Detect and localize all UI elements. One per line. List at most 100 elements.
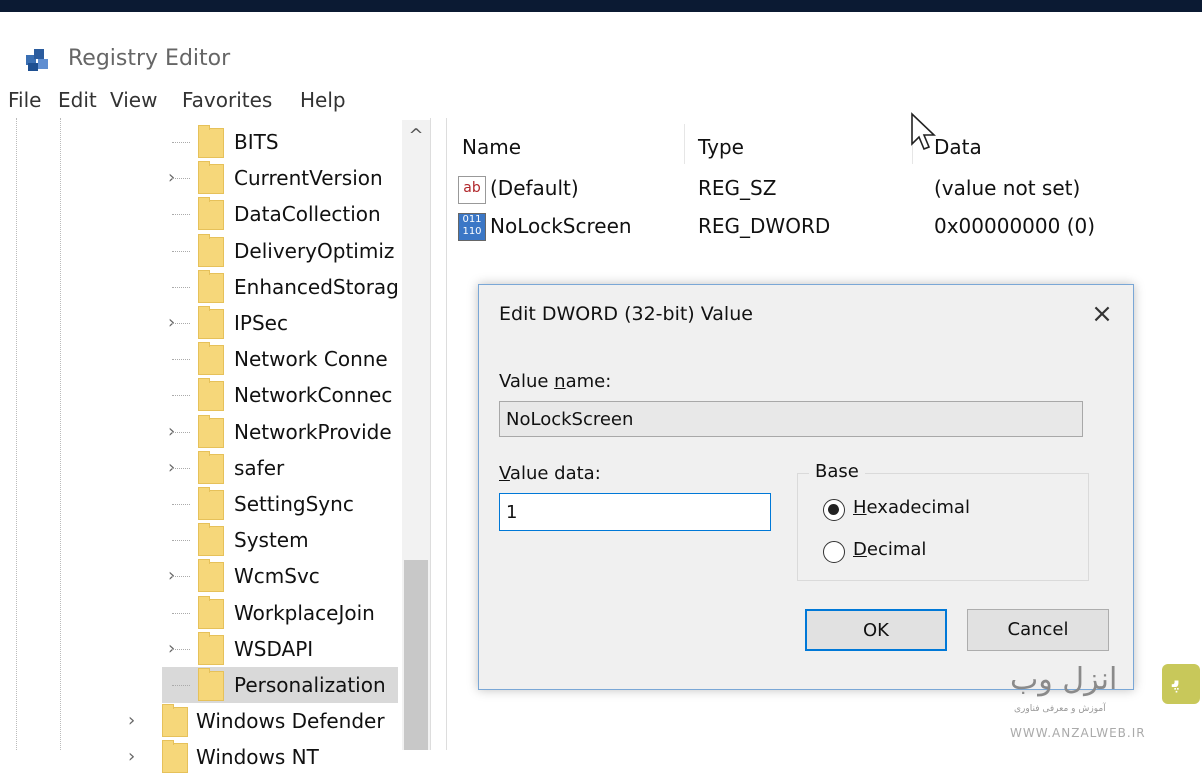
tree-guide-line <box>60 118 61 750</box>
tree-item[interactable]: NetworkConnec <box>162 377 398 413</box>
tree-item[interactable]: › CurrentVersion <box>162 160 398 196</box>
tree-item-label: CurrentVersion <box>234 166 383 191</box>
window-title: Registry Editor <box>68 46 231 71</box>
tree-item[interactable]: › IPSec <box>162 305 398 341</box>
base-groupbox <box>797 473 1089 581</box>
folder-icon <box>198 161 224 195</box>
folder-icon <box>198 523 224 557</box>
tree-item-label: Windows Defender <box>196 709 385 734</box>
tree-item-label: DataCollection <box>234 202 381 227</box>
tree-item[interactable]: › WSDAPI <box>162 631 398 667</box>
watermark-subtitle: آموزش و معرفی فناوری <box>1014 704 1106 714</box>
close-icon[interactable]: × <box>1087 299 1117 329</box>
expand-chevron-icon[interactable]: › <box>128 739 135 775</box>
tree-connector <box>172 540 190 542</box>
hexadecimal-label[interactable]: Hexadecimal <box>853 497 970 518</box>
column-header-name[interactable]: Name <box>462 135 521 159</box>
value-data-field[interactable]: 1 <box>499 493 771 531</box>
tree-item[interactable]: EnhancedStorag <box>162 269 399 305</box>
tree-item-label: IPSec <box>234 311 288 335</box>
scroll-up-arrow-icon[interactable]: ^ <box>406 126 426 146</box>
watermark-url: WWW.ANZALWEB.IR <box>1010 726 1146 740</box>
tree-item-label: WcmSvc <box>234 564 320 589</box>
tree-connector <box>172 286 190 288</box>
tree-connector <box>172 504 190 505</box>
tree-item-label: Windows NT <box>196 745 319 770</box>
menu-help[interactable]: Help <box>300 88 346 112</box>
tree-item-label: Personalization <box>234 673 386 697</box>
tree-item[interactable]: System <box>162 522 398 558</box>
tree-connector <box>172 395 190 397</box>
folder-icon <box>198 233 224 267</box>
tree-connector <box>172 685 190 686</box>
value-row-type: REG_DWORD <box>698 214 831 238</box>
tree-item[interactable]: BITS <box>162 124 398 160</box>
scrollbar-thumb[interactable] <box>404 560 428 750</box>
folder-icon <box>198 125 224 158</box>
value-name-label: Value name: <box>499 371 612 392</box>
column-separator[interactable] <box>684 124 685 164</box>
value-row-data: 0x00000000 (0) <box>934 214 1096 238</box>
decimal-radio[interactable] <box>823 541 845 563</box>
dword-value-icon: 011 110 <box>458 213 486 241</box>
folder-icon <box>198 631 224 665</box>
ok-button[interactable]: OK <box>805 609 947 651</box>
dialog-title: Edit DWORD (32-bit) Value <box>499 303 753 325</box>
tree-item[interactable]: Personalization <box>162 667 398 703</box>
menu-favorites[interactable]: Favorites <box>182 88 272 112</box>
tree-item[interactable]: SettingSync <box>162 486 398 522</box>
menu-bar <box>0 82 1202 118</box>
folder-icon <box>198 269 224 303</box>
folder-icon <box>198 559 224 593</box>
value-row-name[interactable]: (Default) <box>490 172 579 204</box>
value-row-name[interactable]: NoLockScreen <box>490 210 632 242</box>
folder-icon <box>198 378 224 412</box>
folder-icon <box>198 450 224 484</box>
menu-view[interactable]: View <box>110 88 157 112</box>
tree-item[interactable]: WorkplaceJoin <box>162 595 398 631</box>
tree-item[interactable]: › WcmSvc <box>162 558 398 594</box>
tree-item-label: DeliveryOptimiz <box>234 238 395 263</box>
tree-item[interactable]: Network Conne <box>162 341 398 377</box>
hexadecimal-radio[interactable] <box>823 499 845 521</box>
tree-item-label: NetworkProvide <box>234 419 392 444</box>
tree-item[interactable]: › NetworkProvide <box>162 414 398 450</box>
watermark-text: انزل وب <box>1010 662 1118 697</box>
tree-connector <box>172 576 190 578</box>
tree-item[interactable]: › Windows Defender <box>122 703 398 739</box>
expand-chevron-icon[interactable]: › <box>128 703 135 739</box>
tree-item-label: System <box>234 528 309 553</box>
tree-item[interactable]: DataCollection <box>162 196 398 232</box>
decimal-label[interactable]: Decimal <box>853 539 926 560</box>
tree-connector <box>172 612 190 614</box>
screen-top-bar <box>0 0 1202 12</box>
tree-item-label: WorkplaceJoin <box>234 600 375 625</box>
tree-item[interactable]: › Windows NT <box>122 739 398 775</box>
folder-icon <box>198 414 224 448</box>
tree-connector <box>172 178 190 180</box>
folder-icon <box>198 306 224 339</box>
edit-dword-dialog: Edit DWORD (32-bit) Value × Value name: … <box>478 284 1134 690</box>
tree-item[interactable]: › safer <box>162 450 398 486</box>
menu-edit[interactable]: Edit <box>58 88 97 112</box>
tree-guide-line <box>16 118 17 750</box>
column-header-data[interactable]: Data <box>934 135 982 159</box>
folder-icon <box>162 740 188 774</box>
tree-item-label: SettingSync <box>234 492 354 516</box>
folder-icon <box>198 595 224 629</box>
tree-connector <box>172 214 190 216</box>
string-value-icon: ab <box>458 176 486 204</box>
value-data-label: Value data: <box>499 463 601 484</box>
tree-item[interactable]: DeliveryOptimiz <box>162 233 398 269</box>
cancel-button[interactable]: Cancel <box>967 609 1109 651</box>
tree-connector <box>172 467 190 469</box>
tree-item-label: WSDAPI <box>234 636 314 661</box>
menu-file[interactable]: File <box>8 88 41 112</box>
tree-connector <box>172 359 190 361</box>
value-name-field[interactable]: NoLockScreen <box>499 401 1083 437</box>
folder-icon <box>198 668 224 701</box>
tree-connector <box>172 250 190 252</box>
tree-connector <box>172 431 190 433</box>
column-header-type[interactable]: Type <box>698 135 744 159</box>
tree-connector <box>172 648 190 650</box>
